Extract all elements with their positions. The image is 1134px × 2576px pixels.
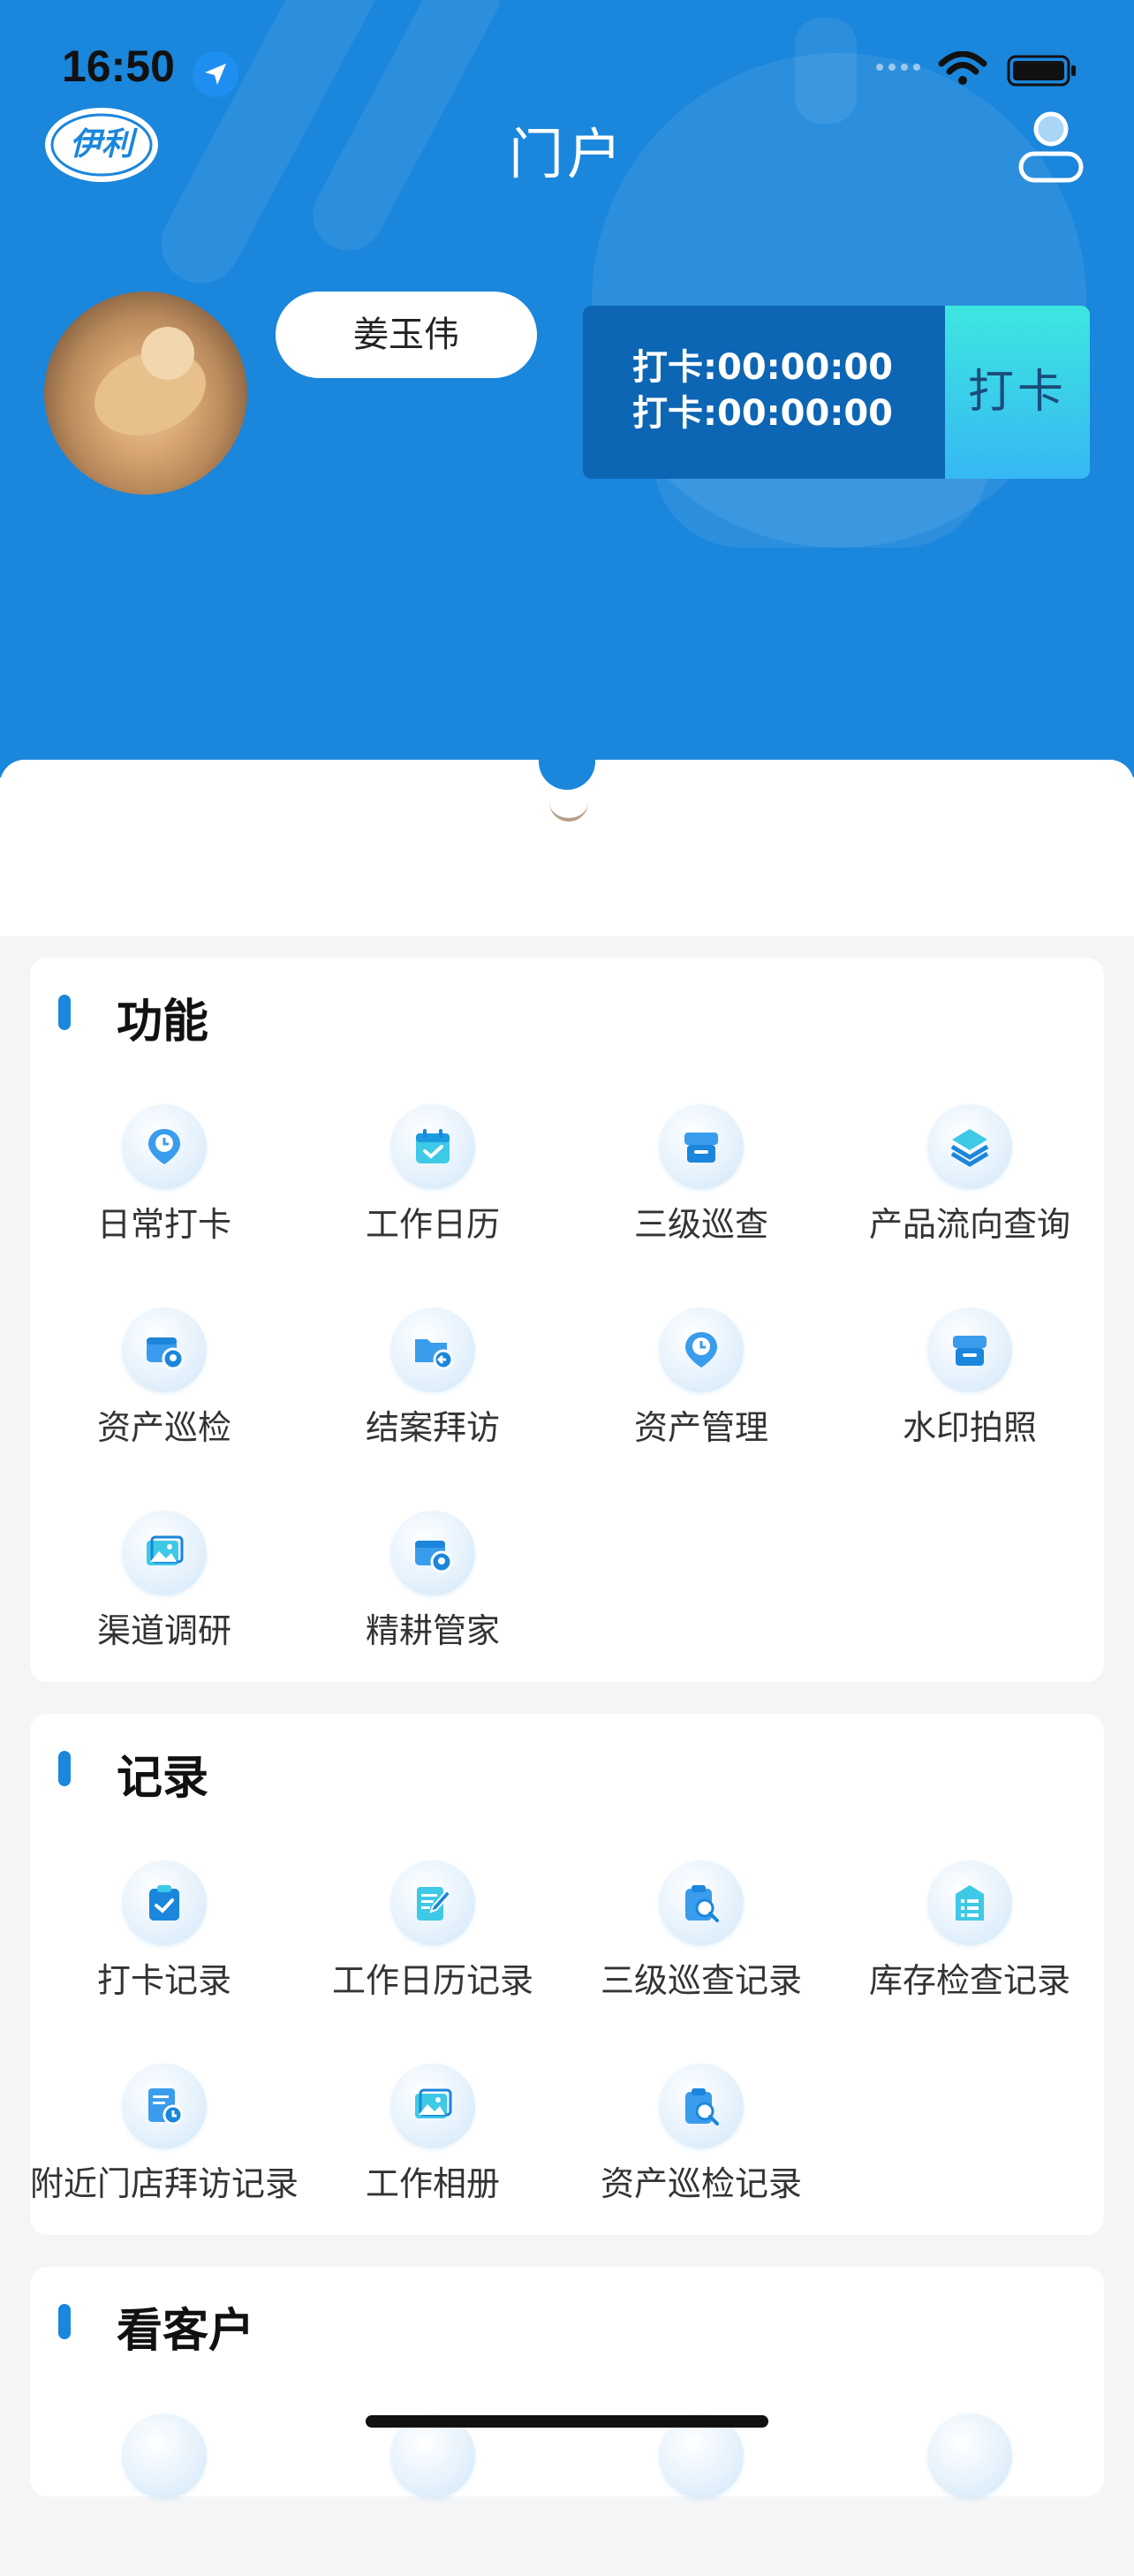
image-icon xyxy=(390,2064,475,2148)
page-title: 门户 xyxy=(508,122,625,186)
record-label: 库存检查记录 xyxy=(868,1961,1070,2000)
section-marker xyxy=(58,995,71,1030)
home-icon xyxy=(927,2413,1012,2498)
record-label: 工作相册 xyxy=(365,2164,500,2203)
clipboard-search-icon xyxy=(659,2064,744,2148)
functions-card: 功能 日常打卡 工作日历 三级巡查 产品流向查询 资产巡检 结案拜访 资产管理 … xyxy=(30,958,1104,1682)
avatar-photo xyxy=(141,327,194,380)
box-icon xyxy=(927,1307,1012,1392)
function-item-daily-checkin[interactable]: 日常打卡 xyxy=(30,1090,299,1267)
cellular-signal-icon xyxy=(876,64,920,71)
section-marker xyxy=(58,2304,71,2339)
clipboard-check-icon xyxy=(122,1860,207,1945)
function-item-closing-visit[interactable]: 结案拜访 xyxy=(299,1293,567,1470)
section-title-customers: 看客户 xyxy=(117,2305,255,2358)
record-item-asset-inspection-record[interactable]: 资产巡检记录 xyxy=(567,2049,835,2226)
edit-document-icon xyxy=(390,1860,475,1945)
records-card: 记录 打卡记录 工作日历记录 三级巡查记录 库存检查记录 附近门店拜访记录 工作… xyxy=(30,1714,1104,2235)
image-icon xyxy=(122,1511,207,1595)
clipboard-search-icon xyxy=(659,1860,744,1945)
function-item-product-flow-query[interactable]: 产品流向查询 xyxy=(835,1090,1104,1267)
wifi-icon xyxy=(938,51,987,85)
function-item-three-level-inspection[interactable]: 三级巡查 xyxy=(567,1090,835,1267)
function-label: 资产管理 xyxy=(633,1408,768,1447)
customer-item[interactable] xyxy=(835,2399,1104,2576)
calendar-check-icon xyxy=(390,1104,475,1189)
function-item-intensive-steward[interactable]: 精耕管家 xyxy=(299,1496,567,1673)
clock-in-time-1: 打卡:00:00:00 xyxy=(632,347,893,388)
avatar[interactable] xyxy=(44,292,247,495)
function-label: 资产巡检 xyxy=(96,1408,231,1447)
customer-item[interactable] xyxy=(30,2399,299,2576)
list-document-icon xyxy=(927,1860,1012,1945)
function-label: 结案拜访 xyxy=(365,1408,500,1447)
location-arrow-icon xyxy=(193,51,238,97)
record-item-three-level-inspection-record[interactable]: 三级巡查记录 xyxy=(567,1846,835,2023)
clock-in-button[interactable]: 打卡 xyxy=(945,306,1090,479)
record-item-checkin-record[interactable]: 打卡记录 xyxy=(30,1846,299,2023)
record-label: 三级巡查记录 xyxy=(600,1961,802,2000)
function-label: 水印拍照 xyxy=(902,1408,1037,1447)
layers-icon xyxy=(927,1104,1012,1189)
function-label: 工作日历 xyxy=(365,1205,500,1244)
clock-pin-icon xyxy=(122,1104,207,1189)
record-label: 打卡记录 xyxy=(96,1961,231,2000)
record-item-nearby-store-visit-record[interactable]: 附近门店拜访记录 xyxy=(30,2049,299,2226)
clock-in-time-2: 打卡:00:00:00 xyxy=(632,393,893,434)
box-icon xyxy=(659,1104,744,1189)
function-label: 产品流向查询 xyxy=(868,1205,1070,1244)
folder-arrow-icon xyxy=(390,1307,475,1392)
section-title-records: 记录 xyxy=(117,1752,209,1805)
record-label: 资产巡检记录 xyxy=(600,2164,802,2203)
clock-in-panel: 打卡:00:00:00 打卡:00:00:00 打卡 xyxy=(583,306,1090,479)
section-title-functions: 功能 xyxy=(117,996,209,1049)
record-item-work-calendar-record[interactable]: 工作日历记录 xyxy=(299,1846,567,2023)
function-label: 渠道调研 xyxy=(96,1611,231,1650)
record-label: 附近门店拜访记录 xyxy=(30,2164,299,2203)
header: 16:50 伊利 门户 姜玉伟 打卡:00:00:00 打卡:00:00:00 … xyxy=(0,0,1134,777)
function-item-watermark-photo[interactable]: 水印拍照 xyxy=(835,1293,1104,1470)
function-label: 日常打卡 xyxy=(96,1205,231,1244)
function-label: 精耕管家 xyxy=(365,1611,500,1650)
section-marker xyxy=(58,1751,71,1786)
shop-pin-icon xyxy=(122,1307,207,1392)
user-profile-icon[interactable] xyxy=(1016,108,1086,184)
user-name: 姜玉伟 xyxy=(276,292,537,378)
home-indicator[interactable] xyxy=(366,2415,768,2428)
function-item-work-calendar[interactable]: 工作日历 xyxy=(299,1090,567,1267)
function-label: 三级巡查 xyxy=(633,1205,768,1244)
record-item-inventory-check-record[interactable]: 库存检查记录 xyxy=(835,1846,1104,2023)
status-time: 16:50 xyxy=(62,42,175,91)
shop-pin-icon xyxy=(390,1511,475,1595)
document-clock-icon xyxy=(122,2064,207,2148)
battery-icon xyxy=(1007,55,1076,87)
record-item-work-album[interactable]: 工作相册 xyxy=(299,2049,567,2226)
clock-pin-icon xyxy=(659,1307,744,1392)
function-item-channel-research[interactable]: 渠道调研 xyxy=(30,1496,299,1673)
record-label: 工作日历记录 xyxy=(331,1961,533,2000)
function-item-asset-inspection[interactable]: 资产巡检 xyxy=(30,1293,299,1470)
function-item-asset-management[interactable]: 资产管理 xyxy=(567,1293,835,1470)
box-icon xyxy=(122,2413,207,2498)
customers-card: 看客户 xyxy=(30,2267,1104,2498)
